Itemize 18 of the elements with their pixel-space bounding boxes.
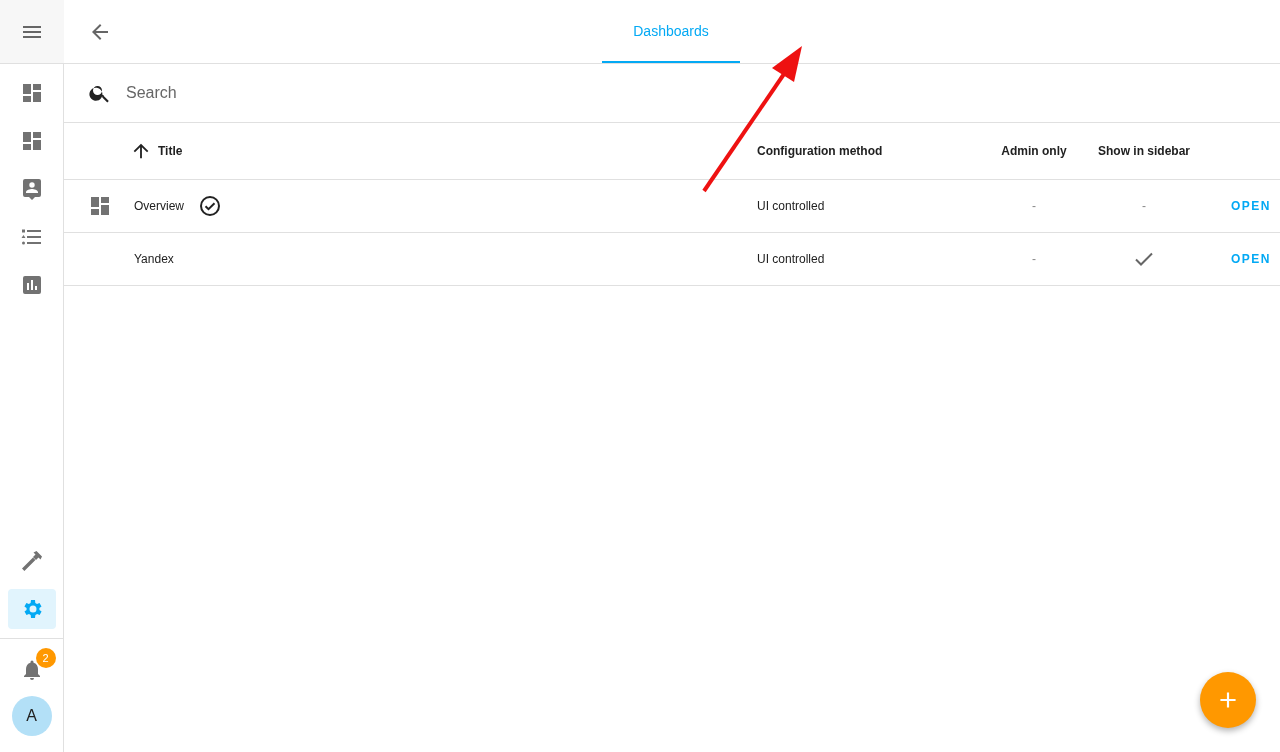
table-cell: Overview [134, 199, 184, 213]
table-cell: - [1142, 199, 1146, 213]
column-header[interactable]: Show in sidebar [1098, 144, 1190, 158]
table-cell: - [1032, 252, 1036, 266]
table-cell: UI controlled [757, 199, 825, 213]
column-header[interactable]: Configuration method [757, 144, 883, 158]
table-row[interactable]: Overview UI controlled - - OPEN [64, 180, 1280, 233]
sidebar-item[interactable] [7, 589, 56, 629]
hammer-icon [19, 549, 44, 573]
table-cell: - [1032, 199, 1036, 213]
column-header[interactable]: Admin only [1001, 144, 1067, 158]
table-cell: UI controlled [757, 252, 825, 266]
search-field[interactable]: Search [124, 83, 1280, 103]
notification-badge: 2 [35, 648, 56, 668]
user-avatar[interactable]: A [11, 696, 52, 736]
table-row[interactable]: Yandex UI controlled - OPEN [64, 233, 1280, 286]
table-cell: Yandex [134, 252, 174, 266]
column-header[interactable]: Title [158, 144, 183, 158]
